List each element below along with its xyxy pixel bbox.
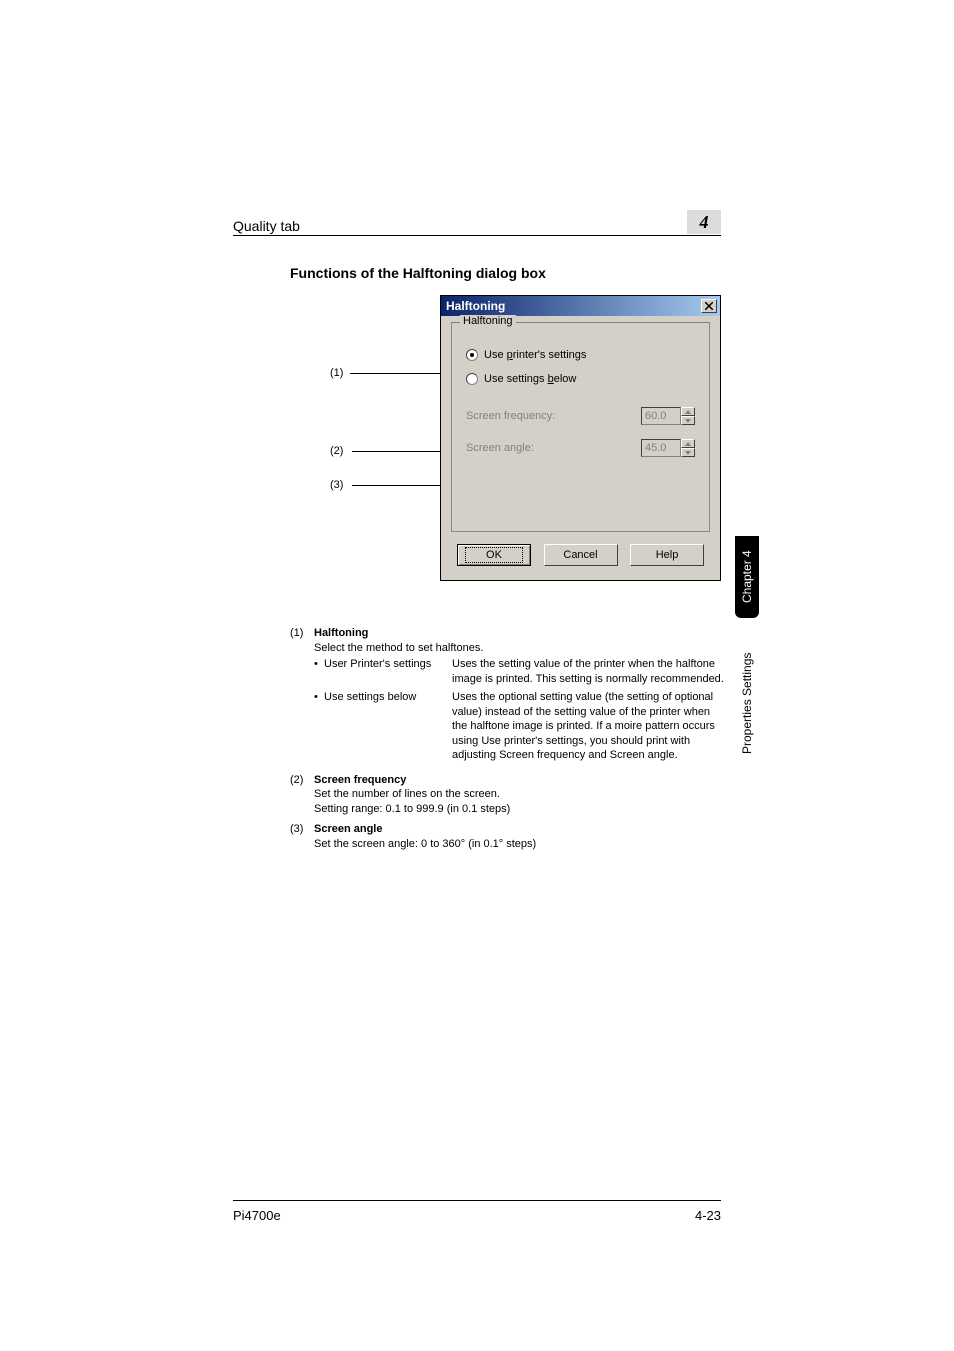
explain-num: (2) [290, 773, 314, 817]
screen-angle-input[interactable]: 45.0 [641, 439, 681, 457]
close-icon [705, 302, 713, 310]
radio-label: Use settings below [484, 373, 576, 385]
sidetab-properties: Properties Settings [735, 626, 759, 780]
screen-angle-row: Screen angle: 45.0 [466, 439, 695, 457]
screen-angle-label: Screen angle: [466, 442, 534, 454]
group-legend: Halftoning [460, 315, 516, 327]
callout-3: (3) [330, 479, 343, 491]
header-row: Quality tab 4 [233, 210, 721, 234]
chevron-down-icon [685, 451, 691, 455]
header-rule [233, 235, 721, 236]
header-title: Quality tab [233, 218, 300, 234]
radio-use-settings-below[interactable]: Use settings below [466, 373, 695, 385]
spin-up-button[interactable] [681, 407, 695, 416]
screen-frequency-label: Screen frequency: [466, 410, 555, 422]
explain-num: (1) [290, 626, 314, 767]
radio-label: Use printer's settings [484, 349, 586, 361]
footer-row: Pi4700e 4-23 [233, 1208, 721, 1223]
footer-right: 4-23 [695, 1208, 721, 1223]
explain-item: (2) Screen frequency Set the number of l… [290, 773, 724, 817]
spinner-buttons [681, 439, 695, 457]
dialog-buttons: OK Cancel Help [451, 544, 710, 570]
halftoning-group: Halftoning Use printer's settings Use se… [451, 322, 710, 532]
radio-icon [466, 349, 478, 361]
section-heading: Functions of the Halftoning dialog box [290, 265, 546, 281]
chapter-number: 4 [700, 212, 709, 233]
explain-item: (3) Screen angle Set the screen angle: 0… [290, 822, 724, 851]
spin-up-button[interactable] [681, 439, 695, 448]
close-button[interactable] [701, 299, 717, 313]
explanation-list: (1) Halftoning Select the method to set … [290, 626, 724, 857]
chevron-down-icon [685, 419, 691, 423]
dialog-title: Halftoning [444, 299, 505, 313]
dialog-titlebar: Halftoning [441, 296, 720, 316]
ok-button[interactable]: OK [457, 544, 531, 566]
spinner-buttons [681, 407, 695, 425]
sub-item: •User Printer's settings Uses the settin… [314, 657, 724, 686]
explain-sublist: •User Printer's settings Uses the settin… [314, 657, 724, 763]
explain-body: Screen angle Set the screen angle: 0 to … [314, 822, 724, 851]
spin-down-button[interactable] [681, 416, 695, 425]
explain-item: (1) Halftoning Select the method to set … [290, 626, 724, 767]
help-button[interactable]: Help [630, 544, 704, 566]
cancel-button[interactable]: Cancel [544, 544, 618, 566]
explain-body: Halftoning Select the method to set half… [314, 626, 724, 767]
halftoning-dialog: Halftoning Halftoning Use printer's sett… [440, 295, 721, 581]
screen-angle-spinner[interactable]: 45.0 [641, 439, 695, 457]
chevron-up-icon [685, 410, 691, 414]
callout-2: (2) [330, 445, 343, 457]
footer-left: Pi4700e [233, 1208, 281, 1223]
explain-num: (3) [290, 822, 314, 851]
sidetab-chapter: Chapter 4 [735, 536, 759, 618]
chapter-box: 4 [687, 210, 721, 234]
radio-use-printer-settings[interactable]: Use printer's settings [466, 349, 695, 361]
dialog-body: Halftoning Use printer's settings Use se… [441, 316, 720, 580]
callout-1: (1) [330, 367, 343, 379]
radio-icon [466, 373, 478, 385]
page: Quality tab 4 Functions of the Halftonin… [0, 0, 954, 1351]
screen-frequency-spinner[interactable]: 60.0 [641, 407, 695, 425]
footer-rule [233, 1200, 721, 1201]
chevron-up-icon [685, 442, 691, 446]
spin-down-button[interactable] [681, 448, 695, 457]
screen-frequency-row: Screen frequency: 60.0 [466, 407, 695, 425]
sub-item: •Use settings below Uses the optional se… [314, 690, 724, 763]
explain-body: Screen frequency Set the number of lines… [314, 773, 724, 817]
screen-frequency-input[interactable]: 60.0 [641, 407, 681, 425]
